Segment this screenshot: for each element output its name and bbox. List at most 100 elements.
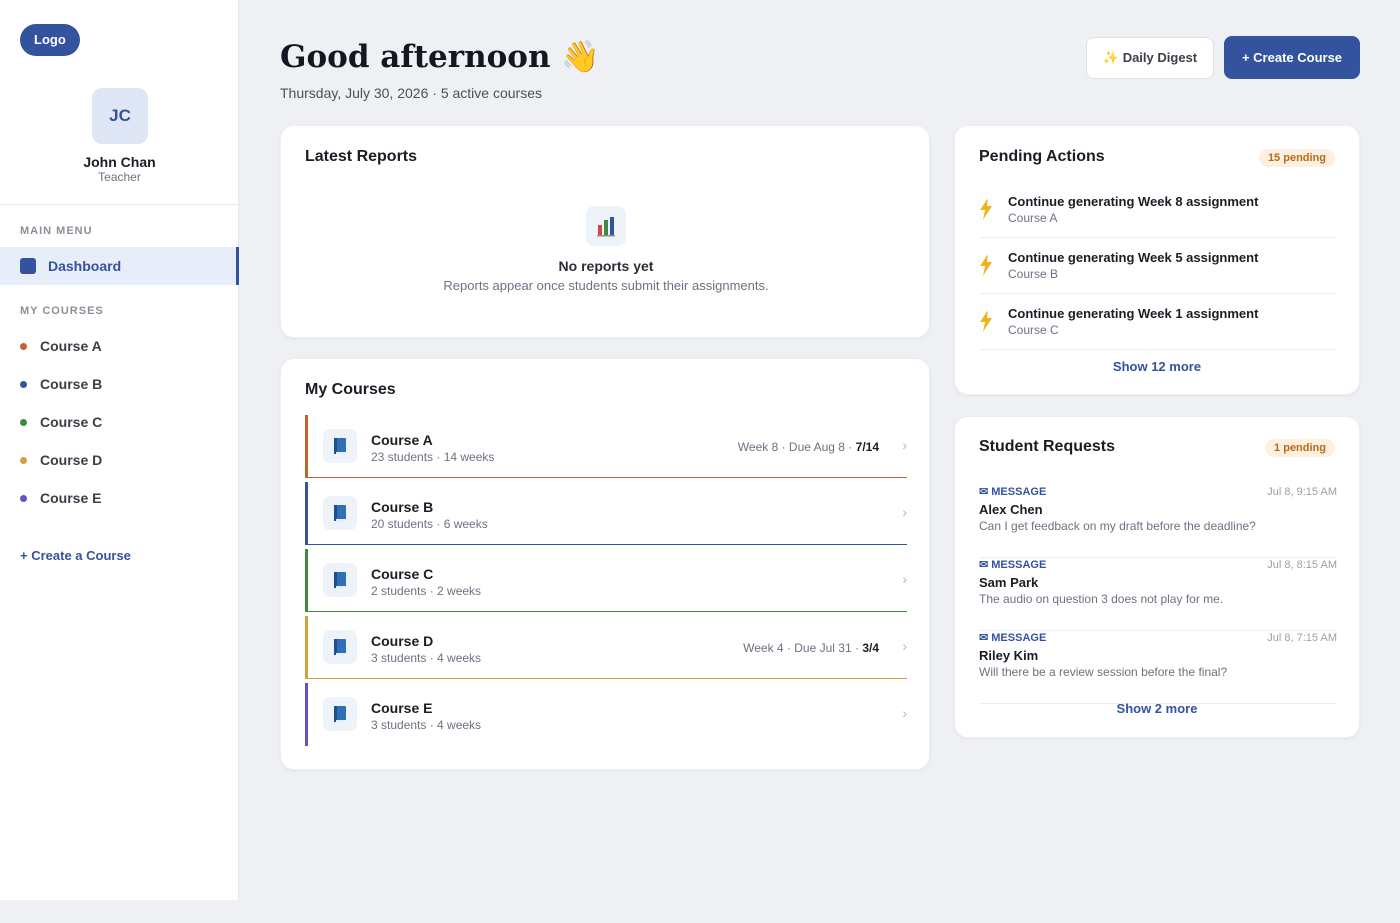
student-request-item[interactable]: ✉ MESSAGE Jul 8, 9:15 AM Alex Chen Can I…: [979, 485, 1337, 558]
course-details: 3 students · 4 weeks: [371, 651, 482, 665]
sidebar-item-label: Dashboard: [48, 258, 122, 274]
course-schedule: Week 4 · Due Jul 31 · 3/4: [743, 641, 879, 655]
sidebar-item-course-a[interactable]: Course A: [20, 336, 102, 356]
action-title: Continue generating Week 8 assignment: [1008, 194, 1259, 209]
chevron-right-icon: ›: [902, 437, 907, 453]
my-courses-card: My Courses Course A 23 students · 14 wee…: [280, 358, 930, 770]
user-role: Teacher: [98, 170, 141, 184]
sidebar-item-label: Course E: [40, 490, 102, 506]
lightning-icon: [980, 198, 992, 220]
course-color-dot: [20, 342, 27, 350]
sidebar-item-dashboard[interactable]: Dashboard: [0, 247, 239, 285]
request-message: Will there be a review session before th…: [979, 665, 1228, 679]
request-time: Jul 8, 9:15 AM: [1267, 486, 1337, 498]
request-type: ✉ MESSAGE: [979, 632, 1047, 644]
chevron-right-icon: ›: [902, 504, 907, 520]
course-name: Course B: [371, 499, 434, 515]
dashboard-icon: [20, 258, 36, 274]
pending-action-item[interactable]: Continue generating Week 1 assignment Co…: [979, 294, 1337, 350]
pending-actions-card: Pending Actions 15 pending Continue gene…: [954, 125, 1360, 395]
avatar: JC: [92, 88, 148, 144]
course-details: 23 students · 14 weeks: [371, 450, 495, 464]
action-course: Course C: [1008, 323, 1059, 337]
pending-action-item[interactable]: Continue generating Week 8 assignment Co…: [979, 182, 1337, 238]
course-name: Course E: [371, 700, 433, 716]
course-details: 20 students · 6 weeks: [371, 517, 488, 531]
sidebar-item-label: Course D: [40, 452, 103, 468]
student-requests-card: Student Requests 1 pending ✉ MESSAGE Jul…: [954, 416, 1360, 738]
course-row-c[interactable]: Course C 2 students · 2 weeks ›: [305, 549, 907, 612]
pending-count-badge: 15 pending: [1258, 149, 1335, 167]
request-message: The audio on question 3 does not play fo…: [979, 592, 1224, 606]
course-progress: 3/4: [862, 641, 879, 655]
card-title: Student Requests: [979, 438, 1116, 455]
sidebar: Logo JC John Chan Teacher MAIN MENU Dash…: [0, 0, 239, 900]
create-course-link[interactable]: + Create a Course: [20, 548, 131, 563]
action-course: Course A: [1008, 211, 1058, 225]
course-name: Course A: [371, 432, 433, 448]
sidebar-item-label: Course B: [40, 376, 103, 392]
lightning-icon: [980, 310, 992, 332]
student-name: Riley Kim: [979, 648, 1039, 663]
student-request-item[interactable]: ✉ MESSAGE Jul 8, 8:15 AM Sam Park The au…: [979, 558, 1337, 631]
page-subtitle: Thursday, July 30, 2026 · 5 active cours…: [280, 85, 542, 101]
course-color-dot: [20, 456, 27, 464]
sidebar-divider: [0, 204, 239, 205]
course-progress: 7/14: [855, 440, 879, 454]
student-name: Sam Park: [979, 575, 1039, 590]
request-time: Jul 8, 7:15 AM: [1267, 632, 1337, 644]
latest-reports-card: Latest Reports No reports yet Reports ap…: [280, 125, 930, 338]
course-details: 2 students · 2 weeks: [371, 584, 482, 598]
lightning-icon: [980, 254, 992, 276]
student-name: Alex Chen: [979, 502, 1043, 517]
user-name: John Chan: [83, 154, 156, 170]
course-row-e[interactable]: Course E 3 students · 4 weeks ›: [305, 683, 907, 746]
book-icon: [323, 496, 357, 530]
request-time: Jul 8, 8:15 AM: [1267, 559, 1337, 571]
pending-action-item[interactable]: Continue generating Week 5 assignment Co…: [979, 238, 1337, 294]
sidebar-item-course-b[interactable]: Course B: [20, 374, 102, 394]
action-title: Continue generating Week 1 assignment: [1008, 306, 1259, 321]
sidebar-item-course-e[interactable]: Course E: [20, 488, 101, 508]
create-course-button[interactable]: + Create Course: [1224, 36, 1360, 79]
action-title: Continue generating Week 5 assignment: [1008, 250, 1259, 265]
show-more-requests-button[interactable]: Show 2 more: [955, 701, 1359, 716]
card-title: My Courses: [305, 381, 396, 398]
course-row-d[interactable]: Course D 3 students · 4 weeks Week 4 · D…: [305, 616, 907, 679]
course-row-a[interactable]: Course A 23 students · 14 weeks Week 8 ·…: [305, 415, 907, 478]
show-more-pending-button[interactable]: Show 12 more: [955, 359, 1359, 374]
action-course: Course B: [1008, 267, 1059, 281]
request-type: ✉ MESSAGE: [979, 486, 1047, 498]
card-title: Latest Reports: [305, 148, 418, 165]
empty-state-description: Reports appear once students submit thei…: [443, 278, 769, 293]
course-schedule: Week 8 · Due Aug 8 · 7/14: [737, 440, 879, 454]
course-row-b[interactable]: Course B 20 students · 6 weeks ›: [305, 482, 907, 545]
book-icon: [323, 630, 357, 664]
book-icon: [323, 563, 357, 597]
student-request-item[interactable]: ✉ MESSAGE Jul 8, 7:15 AM Riley Kim Will …: [979, 631, 1337, 704]
sidebar-item-label: Course C: [40, 414, 103, 430]
my-courses-label: MY COURSES: [20, 305, 104, 317]
course-color-dot: [20, 418, 27, 426]
main-menu-label: MAIN MENU: [20, 225, 93, 237]
empty-state-title: No reports yet: [558, 258, 654, 274]
sidebar-item-label: Course A: [40, 338, 102, 354]
logo[interactable]: Logo: [20, 24, 80, 56]
course-name: Course D: [371, 633, 434, 649]
course-details: 3 students · 4 weeks: [371, 718, 482, 732]
daily-digest-button[interactable]: ✨ Daily Digest: [1086, 37, 1214, 79]
chevron-right-icon: ›: [902, 571, 907, 587]
page-title: Good afternoon 👋: [280, 39, 600, 75]
sidebar-item-course-c[interactable]: Course C: [20, 412, 102, 432]
card-title: Pending Actions: [979, 148, 1105, 165]
course-name: Course C: [371, 566, 434, 582]
chevron-right-icon: ›: [902, 638, 907, 654]
chevron-right-icon: ›: [902, 705, 907, 721]
book-icon: [323, 429, 357, 463]
book-icon: [323, 697, 357, 731]
requests-count-badge: 1 pending: [1265, 439, 1335, 457]
course-color-dot: [20, 494, 27, 502]
request-message: Can I get feedback on my draft before th…: [979, 519, 1256, 533]
bar-chart-icon: [586, 206, 626, 246]
sidebar-item-course-d[interactable]: Course D: [20, 450, 102, 470]
